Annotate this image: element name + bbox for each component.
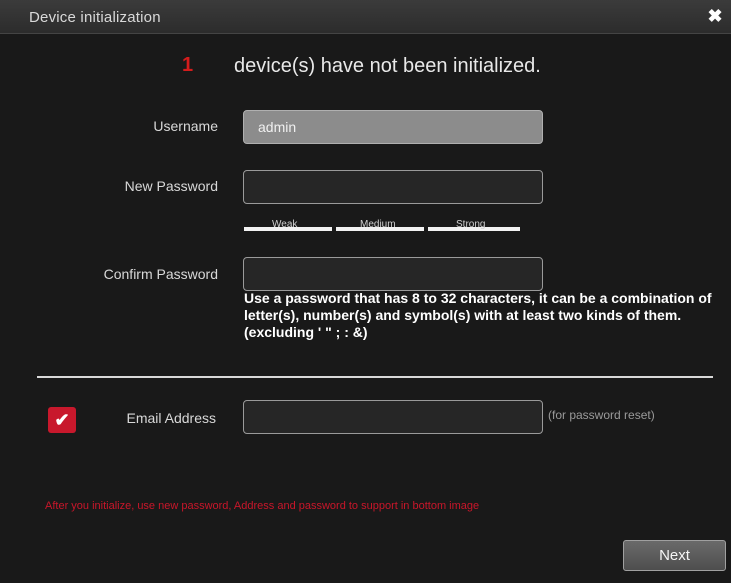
uninitialized-count: 1 [182, 54, 194, 76]
new-password-label: New Password [124, 178, 218, 194]
initialization-status: 1 device(s) have not been initialized. [0, 54, 731, 82]
username-label: Username [153, 118, 218, 134]
dialog-title: Device initialization [29, 9, 161, 26]
next-button[interactable]: Next [623, 540, 726, 571]
section-divider [37, 376, 713, 378]
confirm-password-label: Confirm Password [103, 266, 218, 282]
strength-label-weak: Weak [272, 219, 298, 230]
username-field[interactable] [243, 110, 543, 144]
status-message: device(s) have not been initialized. [234, 55, 541, 77]
strength-label-strong: Strong [456, 219, 486, 230]
email-address-field[interactable] [243, 400, 543, 434]
initialization-warning: After you initialize, use new password, … [45, 500, 480, 512]
title-bar: Device initialization ✖ [0, 0, 731, 34]
confirm-password-field[interactable] [243, 257, 543, 291]
close-icon[interactable]: ✖ [705, 6, 725, 26]
device-initialization-dialog: Device initialization ✖ 1 device(s) have… [0, 0, 731, 583]
password-strength-meter: Weak Medium Strong [244, 219, 520, 234]
email-address-label: Email Address [126, 410, 216, 426]
password-rule-tooltip: Use a password that has 8 to 32 characte… [244, 290, 712, 340]
strength-label-medium: Medium [360, 219, 396, 230]
email-reset-note: (for password reset) [548, 408, 655, 422]
new-password-field[interactable] [243, 170, 543, 204]
